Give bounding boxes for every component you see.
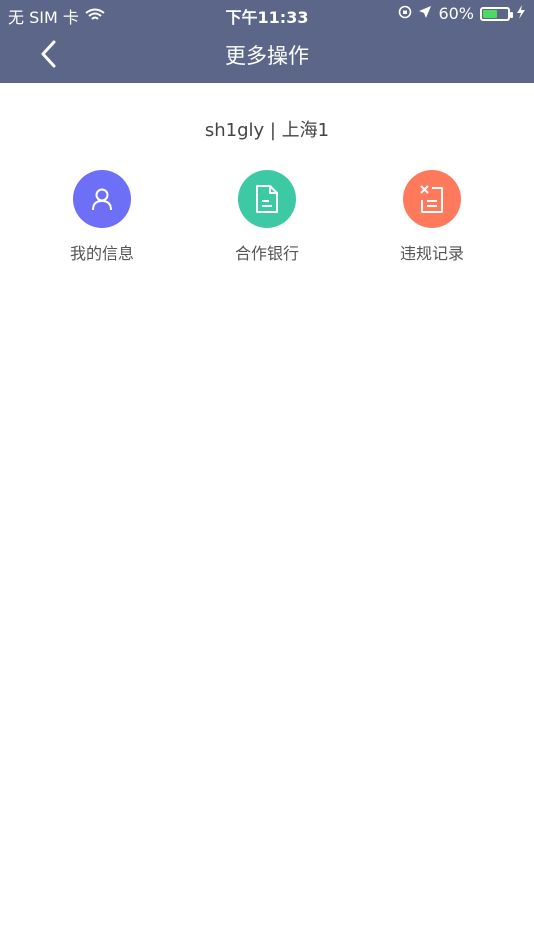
- violation-record-button[interactable]: 违规记录: [372, 170, 492, 264]
- violation-record-icon: [403, 170, 461, 228]
- nav-bar: 更多操作: [0, 28, 534, 83]
- account-info: sh1gly | 上海1: [204, 120, 330, 141]
- status-right: 60%: [398, 4, 526, 23]
- battery-percent: 60%: [438, 4, 474, 23]
- violation-record-label: 违规记录: [399, 244, 464, 263]
- battery-icon: [480, 6, 513, 21]
- battery-fill: [483, 9, 497, 18]
- partner-banks-button[interactable]: 合作银行: [207, 170, 327, 264]
- partner-banks-label: 合作银行: [234, 244, 299, 263]
- charging-bolt-icon: [516, 4, 526, 23]
- location-arrow-icon: [418, 4, 432, 23]
- page-title: 更多操作: [225, 44, 309, 68]
- header: 无 SIM 卡 下午11:33 60% 更多操作: [0, 0, 534, 83]
- user-icon: [73, 170, 131, 228]
- my-info-button[interactable]: 我的信息: [42, 170, 162, 264]
- document-icon: [238, 170, 296, 228]
- rotation-lock-icon: [398, 4, 412, 23]
- status-bar: 无 SIM 卡 下午11:33 60%: [0, 0, 534, 28]
- my-info-label: 我的信息: [69, 244, 134, 263]
- action-grid: 我的信息 合作银行 违规记录: [0, 170, 534, 270]
